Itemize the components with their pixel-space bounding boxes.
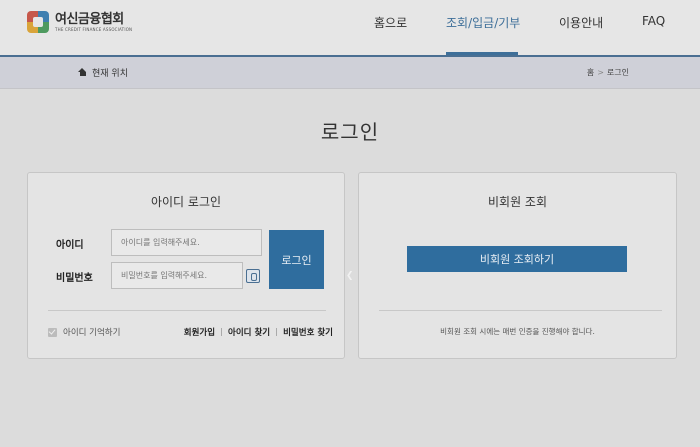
- site-logo[interactable]: 여신금융협회 THE CREDIT FINANCE ASSOCIATION: [27, 11, 132, 33]
- login-button[interactable]: 로그인: [269, 230, 324, 289]
- logo-mark-icon: [27, 11, 49, 33]
- logo-name: 여신금융협회: [55, 11, 124, 27]
- page-title: 로그인: [320, 120, 380, 144]
- current-location: 현재 위치: [78, 66, 128, 79]
- signup-link[interactable]: 회원가입: [184, 326, 215, 338]
- logo-subtitle: THE CREDIT FINANCE ASSOCIATION: [55, 26, 133, 32]
- find-password-link[interactable]: 비밀번호 찾기: [283, 326, 333, 338]
- site-header: 여신금융협회 THE CREDIT FINANCE ASSOCIATION 홈으…: [0, 0, 700, 57]
- link-divider: [221, 328, 223, 336]
- breadcrumb-path: 홈 > 로그인: [587, 67, 629, 78]
- find-id-link[interactable]: 아이디 찾기: [228, 326, 270, 338]
- account-links: 회원가입 아이디 찾기 비밀번호 찾기: [184, 326, 333, 338]
- id-label: 아이디: [56, 240, 84, 251]
- current-location-label: 현재 위치: [92, 69, 128, 79]
- nonmember-title: 비회원 조회: [487, 195, 547, 209]
- id-login-panel: 아이디 로그인 아이디 비밀번호 로그인 아이디 기억하기 회원가입 아이디 찾…: [27, 172, 345, 359]
- nonmember-divider: [379, 310, 662, 311]
- nonmember-panel: 비회원 조회 비회원 조회하기 비회원 조회 시에는 매번 인증을 진행해야 합…: [358, 172, 677, 359]
- id-login-title: 아이디 로그인: [150, 195, 222, 209]
- nav-guide[interactable]: 이용안내: [559, 14, 603, 31]
- breadcrumb-home[interactable]: 홈: [587, 68, 594, 77]
- home-icon: [78, 68, 87, 77]
- breadcrumb: 현재 위치 홈 > 로그인: [0, 57, 700, 89]
- remember-id-label: 아이디 기억하기: [63, 328, 121, 338]
- nav-faq[interactable]: FAQ: [642, 14, 665, 28]
- link-divider: [276, 328, 278, 336]
- chevron-left-icon: ❮: [346, 271, 354, 281]
- breadcrumb-current: 로그인: [606, 68, 629, 77]
- remember-id[interactable]: 아이디 기억하기: [48, 326, 120, 338]
- password-input[interactable]: [111, 262, 243, 289]
- nonmember-inquiry-button[interactable]: 비회원 조회하기: [407, 246, 627, 272]
- password-label: 비밀번호: [56, 273, 93, 284]
- remember-id-checkbox[interactable]: [48, 327, 57, 337]
- nav-inquiry-deposit-donation[interactable]: 조회/입금/기부: [446, 14, 520, 31]
- virtual-keyboard-icon[interactable]: [246, 269, 260, 283]
- nav-home[interactable]: 홈으로: [374, 14, 407, 31]
- login-divider: [48, 310, 326, 311]
- nonmember-notice: 비회원 조회 시에는 매번 인증을 진행해야 합니다.: [440, 327, 595, 336]
- id-input[interactable]: [111, 229, 262, 256]
- nav-active-indicator: [446, 52, 518, 55]
- breadcrumb-separator-icon: >: [597, 68, 604, 77]
